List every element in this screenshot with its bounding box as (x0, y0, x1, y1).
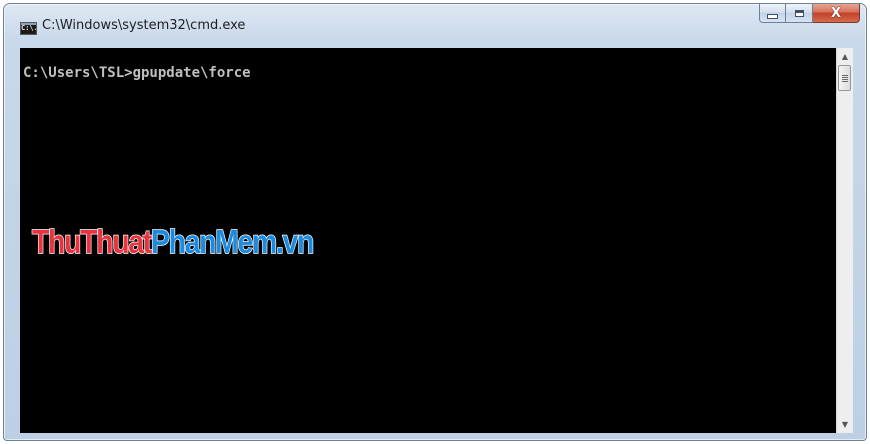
watermark-logo: ThuThuatPhanMem.vn (31, 222, 315, 261)
arrow-down-icon: ▼ (841, 420, 849, 429)
console-line: C:\Users\TSL>gpupdate\force (23, 65, 251, 81)
vertical-scrollbar[interactable]: ▲ ▼ (836, 48, 853, 433)
scroll-up-button[interactable]: ▲ (837, 48, 853, 65)
title-bar[interactable]: C:\. C:\Windows\system32\cmd.exe X (4, 4, 866, 48)
cmd-window: C:\. C:\Windows\system32\cmd.exe X C:\Us… (3, 3, 867, 441)
caption-buttons: X (759, 4, 860, 24)
arrow-up-icon: ▲ (841, 52, 849, 61)
window-title: C:\Windows\system32\cmd.exe (42, 18, 246, 33)
close-icon: X (830, 5, 842, 21)
grip-icon (841, 74, 848, 82)
watermark-part2: PhanMem.vn (150, 222, 315, 261)
close-button[interactable]: X (813, 4, 860, 23)
minimize-button[interactable] (759, 4, 786, 23)
maximize-icon (794, 9, 804, 17)
cmd-icon[interactable]: C:\. (20, 22, 37, 35)
scroll-thumb[interactable] (838, 65, 851, 91)
scroll-down-button[interactable]: ▼ (837, 416, 853, 433)
watermark-part1: ThuThuat (31, 222, 153, 261)
console-area[interactable]: C:\Users\TSL>gpupdate\force ThuThuatPhan… (20, 48, 836, 433)
minimize-icon (767, 13, 778, 19)
maximize-button[interactable] (786, 4, 813, 23)
